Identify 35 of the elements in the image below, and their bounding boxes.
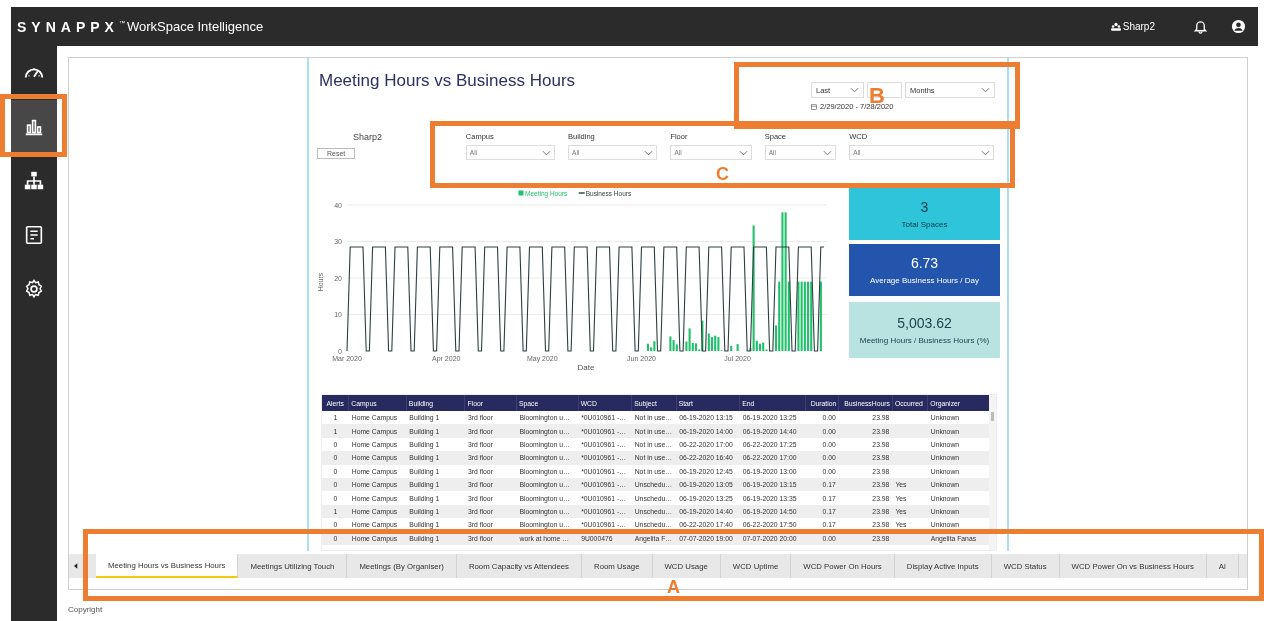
report-title: Meeting Hours vs Business Hours: [319, 71, 577, 92]
logo: SYNAPPX$^{™}$: [17, 18, 125, 35]
slicer-title: Sharp2: [353, 132, 384, 142]
caret-icon: [644, 149, 654, 156]
kpi-value: 5,003.62: [897, 315, 952, 331]
people-icon: [1110, 22, 1121, 31]
kpi-label: Total Spaces: [901, 220, 948, 229]
caret-icon: [738, 149, 748, 156]
kpi-value: 3: [920, 199, 929, 215]
kpi-value: 6.73: [910, 255, 939, 271]
nav-item[interactable]: [11, 100, 57, 154]
scroll-left-icon[interactable]: [74, 563, 78, 569]
bar: [736, 344, 739, 351]
caret-icon: [542, 149, 552, 156]
caret-icon: [823, 149, 833, 156]
axis-title: Date: [577, 363, 595, 372]
user-icon[interactable]: [1231, 19, 1246, 34]
caret-icon: [981, 149, 990, 156]
document-icon: [23, 224, 45, 246]
kpi-label: Meeting Hours / Business Hours (%): [859, 336, 990, 345]
annotation-letter: A: [667, 578, 680, 596]
user-menu[interactable]: Sharp2: [1110, 21, 1155, 32]
caret-icon: [850, 87, 859, 93]
calendar-icon: [811, 103, 817, 110]
hierarchy-icon: [23, 170, 45, 192]
kpi-label: Average Business Hours / Day: [870, 276, 979, 285]
bar: [819, 281, 822, 351]
copyright-text: Copyright: [68, 605, 104, 614]
app-name: WorkSpace Intelligence: [126, 19, 264, 34]
annotation-letter: C: [716, 165, 729, 183]
annotation-box: [0, 94, 67, 157]
bell-icon[interactable]: [1193, 19, 1208, 34]
bar: [730, 345, 733, 351]
caret-icon: [981, 87, 990, 93]
settings-icon: [23, 278, 45, 300]
